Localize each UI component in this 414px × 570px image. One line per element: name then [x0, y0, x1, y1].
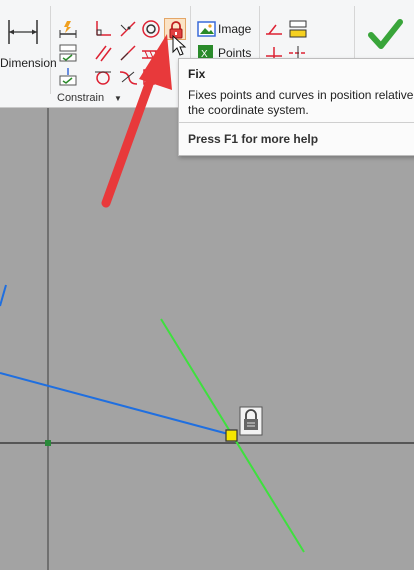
concentric-icon[interactable]	[140, 18, 162, 40]
dimension-icon[interactable]	[6, 14, 40, 52]
collinear-icon[interactable]	[117, 18, 139, 40]
fixed-point[interactable]	[225, 429, 238, 442]
constrain-panel-label[interactable]: Constrain	[57, 92, 104, 104]
coincident-icon[interactable]	[57, 18, 79, 40]
perpendicular-icon[interactable]	[92, 18, 114, 40]
equal-icon[interactable]	[57, 42, 79, 64]
image-icon[interactable]	[196, 18, 218, 40]
image-button-label[interactable]: Image	[218, 22, 251, 36]
parallel-icon[interactable]	[92, 42, 114, 64]
chevron-down-icon[interactable]: ▼	[114, 94, 122, 103]
separator	[50, 6, 51, 94]
tangent-icon[interactable]	[92, 66, 114, 88]
sketch-canvas[interactable]	[0, 108, 414, 570]
smooth-icon[interactable]	[117, 66, 139, 88]
fix-icon[interactable]	[164, 18, 186, 40]
fix-constraint-glyph-icon	[239, 406, 263, 436]
tooltip-title: Fix	[188, 67, 206, 81]
blue-sketch-line[interactable]	[0, 372, 233, 436]
symmetric-icon[interactable]	[57, 66, 79, 88]
origin-point	[45, 440, 51, 446]
fix-tooltip: Fix Fixes points and curves in position …	[178, 58, 414, 156]
dimension-label[interactable]: Dimension	[0, 56, 57, 70]
horizontal-icon[interactable]	[117, 42, 139, 64]
blue-sketch-line-short[interactable]	[0, 284, 7, 307]
vertical-icon[interactable]	[140, 42, 162, 64]
tooltip-description: Fixes points and curves in position rela…	[188, 88, 414, 117]
tooltip-help: Press F1 for more help	[188, 132, 319, 146]
show-constraints-icon[interactable]	[263, 18, 285, 40]
finish-sketch-icon[interactable]	[365, 14, 405, 54]
constraint-tool-icon[interactable]	[140, 66, 162, 88]
show-dimensions-icon[interactable]	[287, 18, 309, 40]
tooltip-divider	[179, 122, 414, 123]
